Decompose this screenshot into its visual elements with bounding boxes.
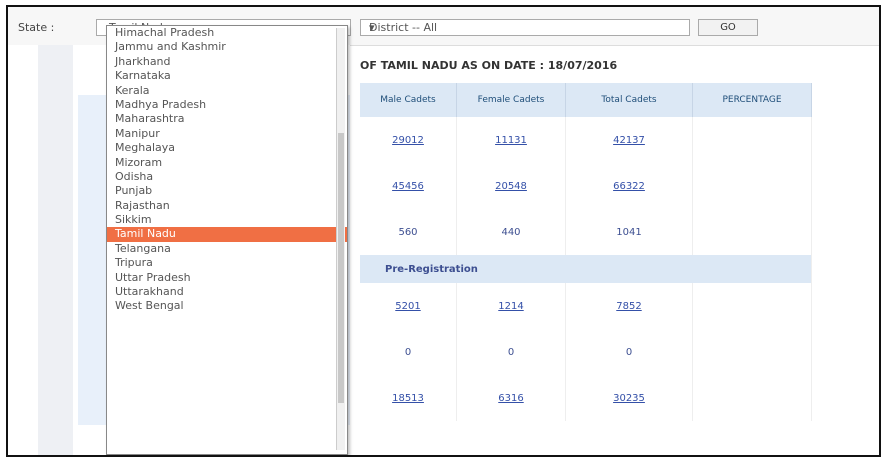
dropdown-item[interactable]: Odisha — [107, 170, 347, 184]
table-row: 18513 6316 30235 — [360, 375, 812, 421]
dropdown-item[interactable]: Himachal Pradesh — [107, 26, 347, 40]
table-cell[interactable]: 7852 — [565, 283, 693, 329]
table-cell[interactable]: 5201 — [360, 283, 457, 329]
section-title: Pre-Registration — [360, 255, 812, 283]
table-cell — [692, 329, 812, 375]
table-cell[interactable]: 42137 — [565, 117, 693, 163]
dropdown-scrollbar[interactable] — [336, 28, 345, 450]
dropdown-item[interactable]: Kerala — [107, 84, 347, 98]
dropdown-item[interactable]: Tamil Nadu — [107, 227, 347, 242]
table-cell[interactable]: 20548 — [456, 163, 566, 209]
dropdown-item[interactable]: Uttar Pradesh — [107, 271, 347, 285]
table-cell[interactable]: 6316 — [456, 375, 566, 421]
table-row: 560 440 1041 — [360, 209, 812, 255]
dropdown-scroll-thumb[interactable] — [338, 133, 344, 403]
dropdown-item[interactable]: Maharashtra — [107, 112, 347, 126]
left-side-bar — [38, 45, 73, 455]
table-cell — [692, 375, 812, 421]
table-cell: 0 — [565, 329, 693, 375]
section-row: Pre-Registration — [360, 255, 812, 283]
table-cell: 560 — [360, 209, 457, 255]
table-cell: 1041 — [565, 209, 693, 255]
district-select[interactable]: District -- All ▾ — [360, 19, 690, 36]
dropdown-item[interactable]: Sikkim — [107, 213, 347, 227]
table-row: 45456 20548 66322 — [360, 163, 812, 209]
dropdown-item[interactable]: Madhya Pradesh — [107, 98, 347, 112]
table-cell — [692, 283, 812, 329]
state-label: State : — [18, 21, 55, 34]
table-cell[interactable]: 11131 — [456, 117, 566, 163]
dropdown-item[interactable]: Mizoram — [107, 156, 347, 170]
dropdown-item[interactable]: Punjab — [107, 184, 347, 198]
dropdown-item[interactable]: Uttarakhand — [107, 285, 347, 299]
table-cell — [692, 209, 812, 255]
table-cell[interactable]: 66322 — [565, 163, 693, 209]
dropdown-item[interactable]: Meghalaya — [107, 141, 347, 155]
dropdown-item[interactable]: Telangana — [107, 242, 347, 256]
cadets-table: Male Cadets Female Cadets Total Cadets P… — [360, 83, 812, 421]
table-row: 0 0 0 — [360, 329, 812, 375]
chevron-down-icon: ▾ — [369, 21, 375, 34]
dropdown-item[interactable]: Tripura — [107, 256, 347, 270]
table-cell[interactable]: 29012 — [360, 117, 457, 163]
state-dropdown-list[interactable]: Himachal Pradesh Jammu and Kashmir Jharkha… — [106, 25, 348, 455]
table-cell — [692, 117, 812, 163]
table-cell[interactable]: 30235 — [565, 375, 693, 421]
table-cell[interactable]: 45456 — [360, 163, 457, 209]
dropdown-item[interactable]: West Bengal — [107, 299, 347, 313]
table-header-percentage: PERCENTAGE — [692, 83, 812, 117]
table-cell[interactable]: 1214 — [456, 283, 566, 329]
table-caption: OF TAMIL NADU AS ON DATE : 18/07/2016 — [360, 59, 618, 72]
table-cell[interactable]: 18513 — [360, 375, 457, 421]
main-frame: State : Tamil Nadu District -- All ▾ GO … — [6, 5, 881, 457]
table-cell — [692, 163, 812, 209]
table-header-total: Total Cadets — [565, 83, 693, 117]
dropdown-item[interactable]: Rajasthan — [107, 199, 347, 213]
table-cell: 0 — [360, 329, 457, 375]
table-header-male: Male Cadets — [360, 83, 457, 117]
dropdown-item[interactable]: Manipur — [107, 127, 347, 141]
go-button[interactable]: GO — [698, 19, 758, 36]
table-row: 5201 1214 7852 — [360, 283, 812, 329]
dropdown-item[interactable]: Karnataka — [107, 69, 347, 83]
dropdown-item[interactable]: Jammu and Kashmir — [107, 40, 347, 54]
table-header-female: Female Cadets — [456, 83, 566, 117]
table-cell: 0 — [456, 329, 566, 375]
table-cell: 440 — [456, 209, 566, 255]
table-row: 29012 11131 42137 — [360, 117, 812, 163]
table-header-row: Male Cadets Female Cadets Total Cadets P… — [360, 83, 812, 117]
dropdown-item[interactable]: Jharkhand — [107, 55, 347, 69]
